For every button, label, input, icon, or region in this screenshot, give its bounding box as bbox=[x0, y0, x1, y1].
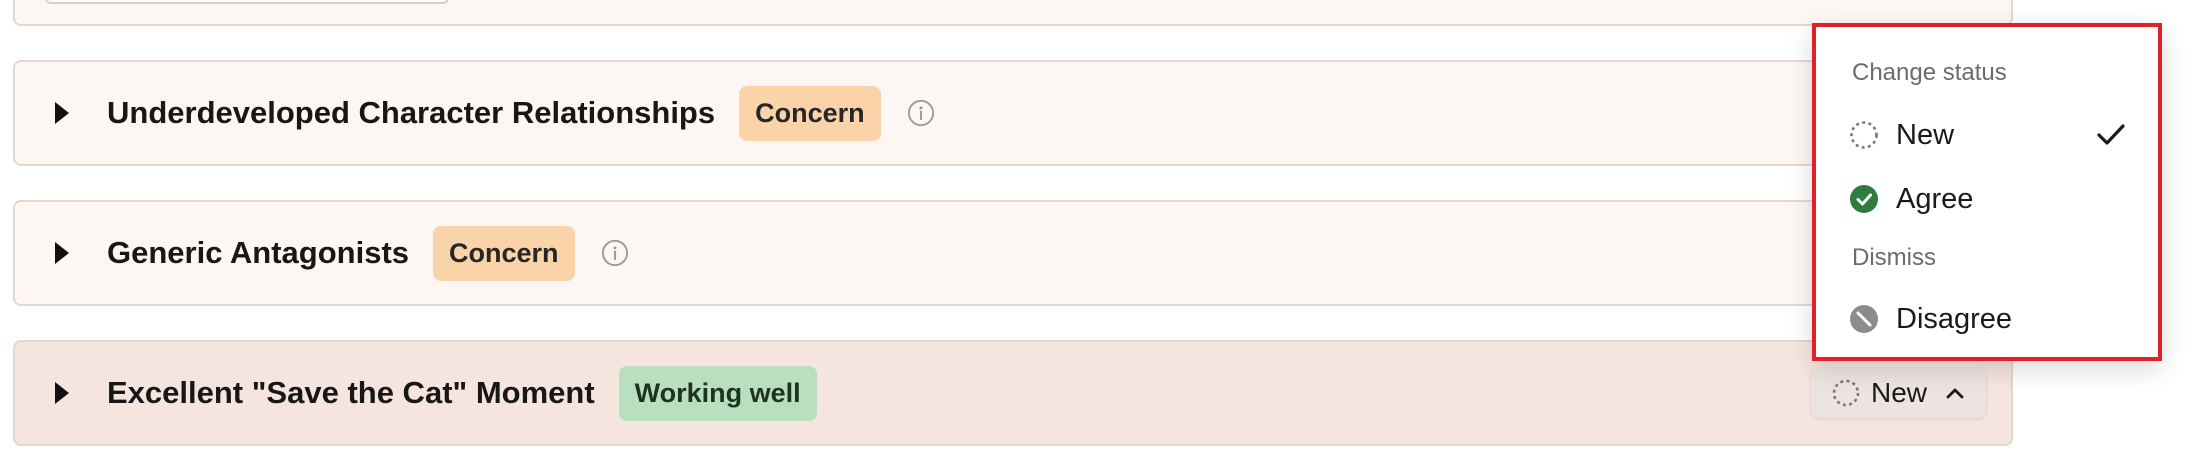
feedback-title: Underdeveloped Character Relationships bbox=[107, 95, 716, 130]
concern-badge: Concern bbox=[739, 85, 881, 141]
menu-item-agree[interactable]: Agree bbox=[1848, 175, 2128, 223]
menu-section-change-status: Change status bbox=[1852, 59, 2007, 86]
info-icon[interactable] bbox=[601, 239, 629, 267]
menu-item-disagree[interactable]: Disagree bbox=[1848, 295, 2128, 343]
checkmark-icon bbox=[2097, 124, 2125, 145]
feedback-card[interactable]: Excellent "Save the Cat" Moment Working … bbox=[13, 340, 2013, 446]
dashed-circle-icon bbox=[1850, 121, 1878, 149]
working-well-badge: Working well bbox=[618, 365, 817, 421]
status-dropdown-button[interactable]: New bbox=[1811, 368, 1986, 418]
menu-item-new[interactable]: New bbox=[1848, 111, 2128, 159]
caret-right-icon[interactable] bbox=[55, 382, 69, 404]
feedback-card[interactable]: Underdeveloped Character Relationships C… bbox=[13, 60, 2013, 166]
feedback-card[interactable]: Generic Antagonists Concern bbox=[13, 200, 2013, 306]
concern-badge: Concern bbox=[433, 225, 575, 281]
feedback-list: Underdeveloped Character Relationships C… bbox=[0, 0, 2202, 476]
check-circle-icon bbox=[1850, 185, 1878, 213]
feedback-title: Excellent "Save the Cat" Moment bbox=[107, 375, 595, 410]
feedback-title: Generic Antagonists bbox=[107, 235, 410, 270]
status-menu: Change status New Agree Dismiss Disagree bbox=[1812, 23, 2162, 361]
dashed-circle-icon bbox=[1832, 379, 1860, 407]
info-icon[interactable] bbox=[907, 99, 935, 127]
caret-right-icon[interactable] bbox=[55, 102, 69, 124]
menu-item-label: Disagree bbox=[1896, 302, 2013, 335]
menu-section-dismiss: Dismiss bbox=[1852, 244, 1936, 271]
chevron-up-icon bbox=[1946, 388, 1964, 399]
card-input-box bbox=[45, 0, 449, 4]
menu-item-label: Agree bbox=[1896, 182, 1974, 215]
caret-right-icon[interactable] bbox=[55, 242, 69, 264]
slash-circle-icon bbox=[1850, 305, 1878, 333]
feedback-card-partial bbox=[13, 0, 2013, 26]
menu-item-label: New bbox=[1896, 118, 1955, 151]
status-label: New bbox=[1871, 377, 1928, 408]
